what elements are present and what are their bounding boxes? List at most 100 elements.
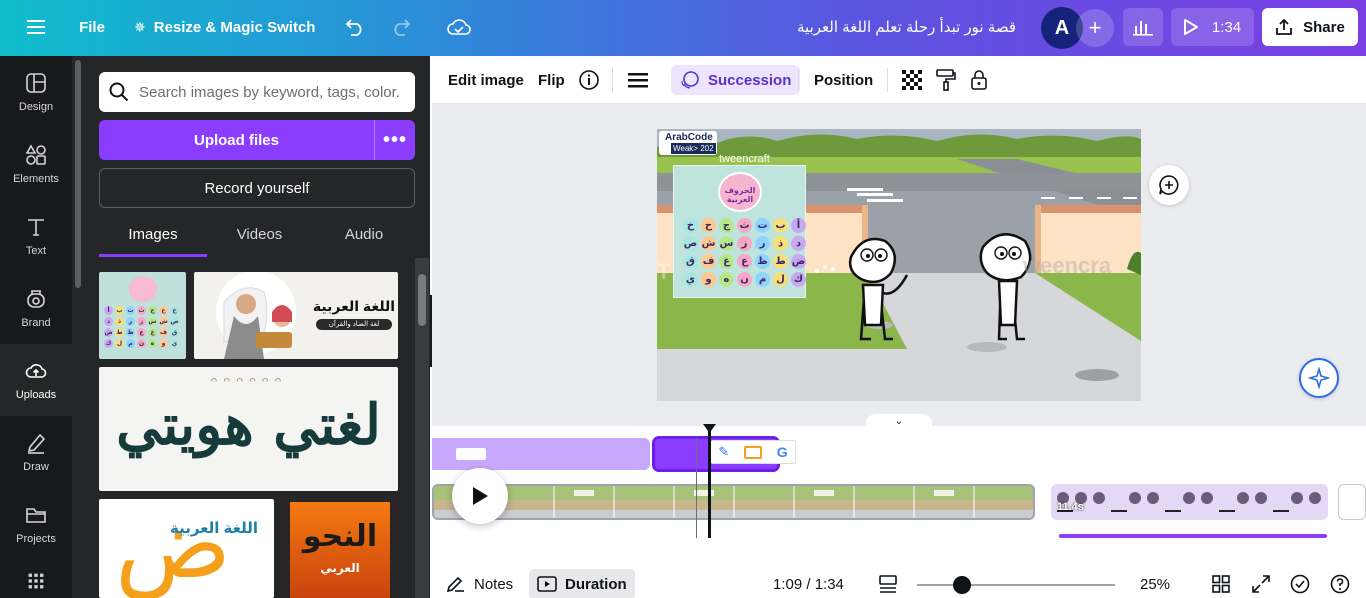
audio-track-clip[interactable] bbox=[432, 438, 650, 470]
redo-button[interactable] bbox=[384, 8, 418, 46]
rail-item-projects[interactable]: Projects bbox=[0, 488, 72, 560]
alphabet-letter-tile: ق bbox=[170, 328, 179, 337]
check-button[interactable] bbox=[1290, 569, 1310, 598]
upload-thumb-arabic-language[interactable]: اللغة العربية لغة الضاد والقرآن bbox=[194, 272, 398, 359]
rail-item-text[interactable]: Text bbox=[0, 200, 72, 272]
tab-images[interactable]: Images bbox=[99, 226, 207, 257]
alphabet-letter-tile: ي bbox=[683, 272, 698, 287]
alphabet-letter-tile: ح bbox=[159, 306, 168, 315]
copy-style-button[interactable] bbox=[936, 65, 956, 95]
position-button[interactable]: Position bbox=[814, 65, 873, 95]
notes-button[interactable]: Notes bbox=[446, 569, 513, 598]
alphabet-letter-tile: ذ bbox=[115, 317, 124, 326]
google-g-icon[interactable]: G bbox=[777, 444, 788, 460]
edit-pencil-icon[interactable]: ✎ bbox=[718, 444, 729, 460]
hamburger-icon bbox=[27, 20, 45, 34]
alphabet-poster[interactable]: الحروف العربية أبتثجحخ دذرزسشص ضطظعغفق كلمن… bbox=[673, 165, 806, 298]
playhead-handle[interactable] bbox=[703, 421, 716, 433]
thumbnails-scrollbar[interactable] bbox=[415, 258, 429, 598]
check-circle-icon bbox=[1290, 574, 1310, 594]
alphabet-letter-tile: ق bbox=[683, 254, 698, 269]
alphabet-letter-tile: ه bbox=[719, 272, 734, 287]
fullscreen-button[interactable] bbox=[1252, 569, 1270, 598]
share-upload-icon bbox=[1276, 18, 1293, 35]
add-clip-slot[interactable] bbox=[1338, 484, 1366, 520]
search-input[interactable] bbox=[139, 83, 401, 101]
save-status-button[interactable] bbox=[440, 8, 478, 46]
thumb-letter-grid: أبتثجحخ دذرزسشص ضطظعغفق كلمنهوي bbox=[104, 306, 182, 348]
upload-thumb-dad[interactable]: ض اللغة العربية bbox=[99, 499, 274, 598]
toolbar-divider bbox=[887, 68, 888, 92]
upload-files-button[interactable]: Upload files bbox=[99, 120, 374, 160]
alphabet-letter-tile: ش bbox=[701, 236, 716, 251]
design-title[interactable]: قصة نور تبدأ رحلة تعلم اللغة العربية bbox=[797, 18, 1016, 36]
caption-icon[interactable] bbox=[744, 445, 762, 459]
video-clip-main[interactable] bbox=[432, 484, 1035, 520]
video-clip-next[interactable]: 11.4s bbox=[1051, 484, 1328, 520]
clip-progress-bar bbox=[1059, 534, 1327, 538]
panel-scrollbar-outer[interactable] bbox=[75, 60, 81, 288]
line-spacing-button[interactable] bbox=[628, 65, 648, 95]
grid-view-button[interactable] bbox=[1212, 569, 1230, 598]
timeline-view-button[interactable] bbox=[878, 569, 898, 598]
succession-label: Succession bbox=[708, 71, 792, 89]
file-menu-button[interactable]: File bbox=[72, 8, 112, 46]
clip-quick-actions: ✎ G bbox=[710, 440, 796, 464]
alphabet-letter-tile: ب bbox=[115, 306, 124, 315]
scrollbar-thumb[interactable] bbox=[418, 274, 426, 326]
main-menu-button[interactable] bbox=[18, 8, 54, 46]
succession-button[interactable]: Succession bbox=[671, 65, 801, 95]
alphabet-letter-tile: ث bbox=[137, 306, 146, 315]
zoom-level[interactable]: 25% bbox=[1140, 569, 1170, 598]
alphabet-letter-tile: أ bbox=[791, 218, 806, 233]
alphabet-letter-tile: غ bbox=[148, 328, 157, 337]
flip-button[interactable]: Flip bbox=[538, 65, 565, 95]
plus-icon: + bbox=[1088, 15, 1102, 40]
duration-play-icon bbox=[537, 576, 557, 592]
alphabet-letter-tile: ج bbox=[148, 306, 157, 315]
upload-thumb-calligraphy[interactable]: لغتي هويتي ᵔᵔᵔᵔᵔᵔ bbox=[99, 367, 398, 491]
undo-button[interactable] bbox=[338, 8, 372, 46]
playhead[interactable] bbox=[708, 428, 711, 538]
search-box[interactable] bbox=[99, 72, 415, 112]
rail-item-uploads[interactable]: Uploads bbox=[0, 344, 72, 416]
alphabet-letter-tile: ر bbox=[126, 317, 135, 326]
info-button[interactable] bbox=[578, 65, 600, 95]
rail-item-apps[interactable] bbox=[0, 564, 72, 598]
rail-label: Draw bbox=[23, 460, 49, 473]
duration-button[interactable]: Duration bbox=[529, 569, 635, 598]
transparency-button[interactable] bbox=[902, 65, 922, 95]
insights-button[interactable] bbox=[1123, 8, 1163, 46]
resize-magic-switch-button[interactable]: ✵ Resize & Magic Switch bbox=[128, 8, 321, 46]
lock-button[interactable] bbox=[970, 65, 988, 95]
share-button[interactable]: Share bbox=[1262, 8, 1358, 46]
magic-assistant-button[interactable] bbox=[1299, 358, 1339, 398]
rail-item-design[interactable]: Design bbox=[0, 56, 72, 128]
upload-thumb-alphabet[interactable]: أبتثجحخ دذرزسشص ضطظعغفق كلمنهوي bbox=[99, 272, 186, 359]
bar-chart-icon bbox=[1133, 21, 1153, 36]
invite-button[interactable]: + bbox=[1076, 9, 1114, 47]
chevron-down-icon: ⌄ bbox=[894, 415, 904, 427]
edit-image-button[interactable]: Edit image bbox=[448, 65, 524, 95]
alphabet-letter-tile: ط bbox=[773, 254, 788, 269]
timeline-play-button[interactable] bbox=[452, 468, 508, 524]
upload-thumb-nahw[interactable]: النحو العربي bbox=[282, 499, 398, 598]
thumb-nahw-title: النحو bbox=[302, 520, 378, 553]
tab-audio[interactable]: Audio bbox=[312, 226, 416, 256]
alphabet-letter-tile: ج bbox=[719, 218, 734, 233]
add-comment-button[interactable] bbox=[1149, 165, 1189, 205]
rail-item-draw[interactable]: Draw bbox=[0, 416, 72, 488]
upload-more-button[interactable]: ••• bbox=[374, 120, 415, 160]
present-play-button[interactable]: 1:34 bbox=[1171, 8, 1254, 46]
design-page[interactable]: T weencra ArabCode Weak> 202 tweencraft … bbox=[657, 129, 1141, 401]
rail-item-elements[interactable]: Elements bbox=[0, 128, 72, 200]
zoom-slider-track[interactable] bbox=[917, 584, 1115, 586]
zoom-slider-handle[interactable] bbox=[953, 576, 971, 594]
help-button[interactable] bbox=[1330, 569, 1350, 598]
rail-item-brand[interactable]: Brand bbox=[0, 272, 72, 344]
tab-videos[interactable]: Videos bbox=[207, 226, 312, 256]
bottom-bar: Notes Duration 1:09 / 1:34 25% bbox=[432, 561, 1366, 598]
thumb-dad-caption: اللغة العربية bbox=[169, 520, 259, 537]
text-t-icon bbox=[28, 218, 44, 236]
record-yourself-button[interactable]: Record yourself bbox=[99, 168, 415, 208]
